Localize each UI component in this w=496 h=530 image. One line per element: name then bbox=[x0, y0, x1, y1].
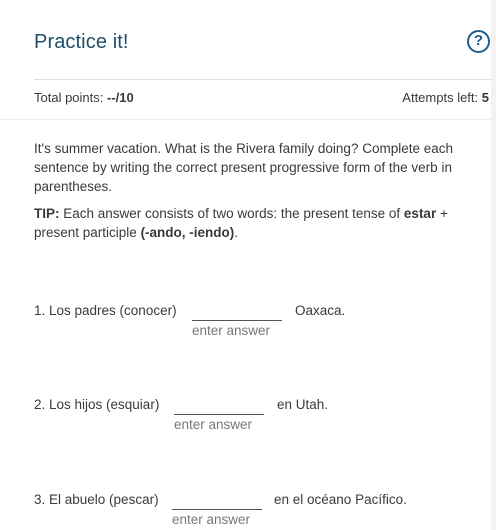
answer-1-hint: enter answer bbox=[192, 323, 271, 338]
tip-bold-estar: estar bbox=[403, 206, 437, 221]
instructions-section: It's summer vacation. What is the Rivera… bbox=[34, 139, 474, 242]
tip-part-3: . bbox=[234, 225, 239, 240]
tip-text: TIP: Each answer consists of two words: … bbox=[34, 204, 474, 242]
instructions-text: It's summer vacation. What is the Rivera… bbox=[34, 141, 454, 194]
page-title: Practice it! bbox=[34, 31, 129, 53]
tip-label: TIP: bbox=[34, 206, 60, 221]
attempts-value: 5 bbox=[481, 90, 489, 105]
answer-3-hint: enter answer bbox=[172, 512, 251, 527]
question-3-prompt: 3. El abuelo (pescar) bbox=[34, 492, 159, 507]
question-2-prompt: 2. Los hijos (esquiar) bbox=[34, 397, 160, 412]
question-1-suffix: Oaxaca. bbox=[295, 303, 346, 318]
tip-part-1: Each answer consists of two words: the p… bbox=[59, 206, 404, 221]
question-1: 1. Los padres (conocer) Oaxaca. enter an… bbox=[34, 303, 474, 343]
total-points-value: --/10 bbox=[107, 90, 134, 105]
question-circle-icon[interactable]: ? bbox=[467, 30, 490, 53]
question-2-suffix: en Utah. bbox=[277, 397, 329, 412]
attempts-label: Attempts left: bbox=[402, 90, 482, 105]
answer-2-input[interactable] bbox=[174, 397, 264, 415]
header-divider bbox=[34, 79, 491, 80]
total-points: Total points: --/10 bbox=[34, 90, 134, 105]
attempts-left: Attempts left: 5 bbox=[402, 90, 489, 105]
answer-2-hint: enter answer bbox=[174, 417, 253, 432]
answer-3-input[interactable] bbox=[172, 492, 262, 510]
total-points-label: Total points: bbox=[34, 90, 107, 105]
card-header: Practice it! ? Total points: --/10 Attem… bbox=[0, 0, 491, 120]
question-3-suffix: en el océano Pacífico. bbox=[274, 492, 407, 507]
question-3: 3. El abuelo (pescar) en el océano Pacíf… bbox=[34, 492, 474, 530]
tip-bold-endings: (-ando, -iendo) bbox=[140, 225, 235, 240]
answer-1-input[interactable] bbox=[192, 303, 282, 321]
question-1-prompt: 1. Los padres (conocer) bbox=[34, 303, 177, 318]
practice-card: Practice it! ? Total points: --/10 Attem… bbox=[0, 0, 491, 530]
question-2: 2. Los hijos (esquiar) en Utah. enter an… bbox=[34, 397, 474, 437]
